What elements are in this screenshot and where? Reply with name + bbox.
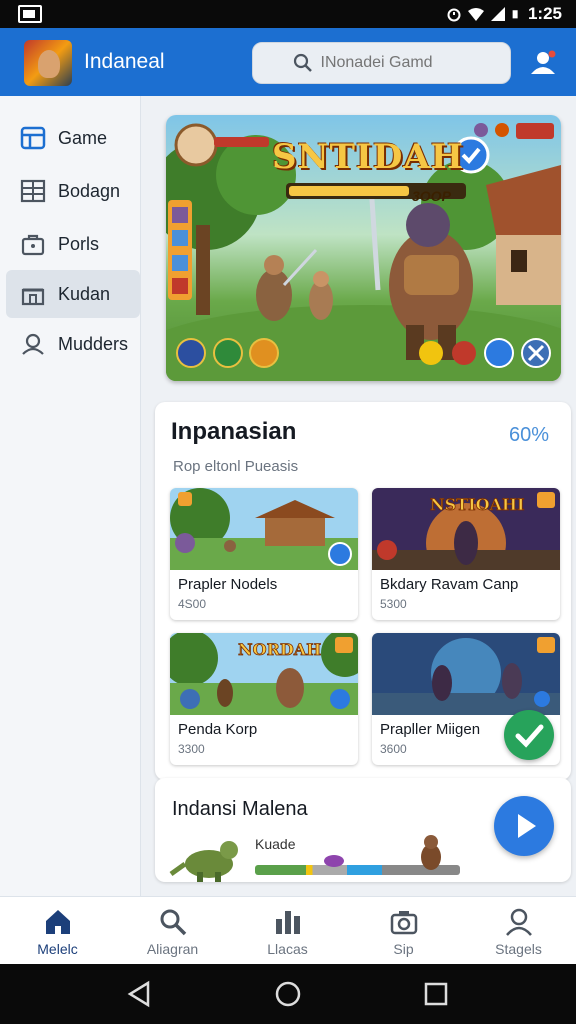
app-title: Indaneal (84, 50, 165, 73)
game-card[interactable]: Prapler Nodels 4S00 (170, 488, 358, 620)
sidebar: Game Bodagn Porls Kudan Mudders (0, 96, 141, 896)
status-time: 1:25 (527, 4, 562, 23)
sidebar-item-label: Bodagn (58, 180, 121, 201)
game-name: Bkdary Ravam Canp (380, 576, 519, 593)
store-icon (21, 288, 45, 306)
alarm-icon (447, 8, 461, 22)
game-count: 4S00 (178, 597, 207, 611)
game-name: Prapler Nodels (178, 576, 278, 593)
search-icon (293, 53, 312, 72)
game-count: 3600 (380, 742, 407, 756)
game-card[interactable]: NSTIOAHI Bkdary Ravam Canp 5300 (372, 488, 560, 620)
people-icon (22, 333, 44, 355)
game-thumbnail (170, 488, 358, 570)
confirm-button[interactable] (504, 710, 554, 760)
game-thumbnail: NSTIOAHI (372, 488, 560, 570)
promo-title: Indansi Malena (172, 798, 308, 820)
table-icon (20, 179, 46, 203)
game-count: 5300 (380, 597, 407, 611)
nav-label: Llacas (267, 941, 308, 957)
stats-icon (275, 911, 300, 934)
system-navigation-bar (0, 964, 576, 1024)
thumbnail-title: NORDAH (238, 640, 321, 659)
game-card[interactable]: NORDAH Penda Korp 3300 (170, 633, 358, 765)
bottom-navigation: Melelc Aliagran Llacas Sip Stagels (0, 896, 576, 964)
nav-item-sip[interactable]: Sip (346, 897, 461, 965)
battery-icon (512, 10, 518, 19)
promo-label: Kuade (255, 836, 296, 852)
game-name: Prapller Miigen (380, 721, 481, 738)
profile-icon[interactable] (526, 46, 560, 80)
nav-item-aliagran[interactable]: Aliagran (115, 897, 230, 965)
status-indicators: 1:25 (446, 4, 562, 24)
nav-item-llacas[interactable]: Llacas (230, 897, 345, 965)
app-bar: Indaneal (0, 28, 576, 96)
camera-icon (390, 911, 417, 935)
game-name: Penda Korp (178, 721, 258, 738)
game-thumbnail: NORDAH (170, 633, 358, 715)
sidebar-item-label: Porls (58, 233, 100, 254)
sidebar-item-label: Mudders (58, 333, 129, 354)
nav-label: Sip (393, 941, 414, 957)
section-percent: 60% (508, 424, 549, 446)
sidebar-item-label: Game (58, 127, 108, 148)
section-title: Inpanasian (171, 418, 297, 445)
game-count: 3300 (178, 742, 205, 756)
dinosaur-character (169, 841, 238, 882)
banner-title: SNTIDAH (272, 137, 464, 177)
signal-icon (490, 7, 505, 21)
nav-label: Stagels (495, 941, 542, 957)
bag-icon (21, 234, 45, 256)
search-bar[interactable] (252, 42, 511, 84)
nav-label: Aliagran (146, 941, 199, 957)
search-input[interactable] (320, 54, 471, 72)
app-logo (24, 40, 72, 86)
sidebar-item-kudan[interactable]: Kudan (6, 270, 140, 318)
section-subtitle: Rop eltonl Pueasis (173, 458, 299, 475)
thumbnail-title: NSTIOAHI (430, 495, 525, 514)
grid-icon (20, 126, 46, 150)
home-button-icon[interactable] (274, 980, 302, 1008)
play-button[interactable] (494, 796, 554, 856)
nav-item-melelc[interactable]: Melelc (0, 897, 115, 965)
banner-score: 3OOP (412, 188, 451, 204)
nav-item-stagels[interactable]: Stagels (461, 897, 576, 965)
nav-label: Melelc (37, 941, 78, 957)
home-icon (45, 910, 70, 934)
sidebar-item-bodagn[interactable]: Bodagn (6, 167, 140, 215)
sidebar-item-porls[interactable]: Porls (6, 220, 140, 268)
check-icon (515, 724, 544, 748)
status-bar: 1:25 (0, 0, 576, 28)
screenshot-icon (18, 5, 42, 23)
creature-character (421, 835, 441, 870)
search-icon (160, 909, 186, 936)
sidebar-item-game[interactable]: Game (6, 114, 140, 162)
wifi-icon (467, 8, 484, 21)
back-icon[interactable] (126, 980, 154, 1008)
game-thumbnail (372, 633, 560, 715)
featured-game-banner[interactable]: SNTIDAH 3OOP (166, 115, 561, 381)
sidebar-item-label: Kudan (58, 283, 111, 304)
play-icon (518, 814, 536, 838)
sidebar-item-mudders[interactable]: Mudders (6, 320, 140, 368)
purple-creature (324, 855, 344, 867)
recents-icon[interactable] (422, 980, 450, 1008)
profile-icon (505, 908, 532, 936)
